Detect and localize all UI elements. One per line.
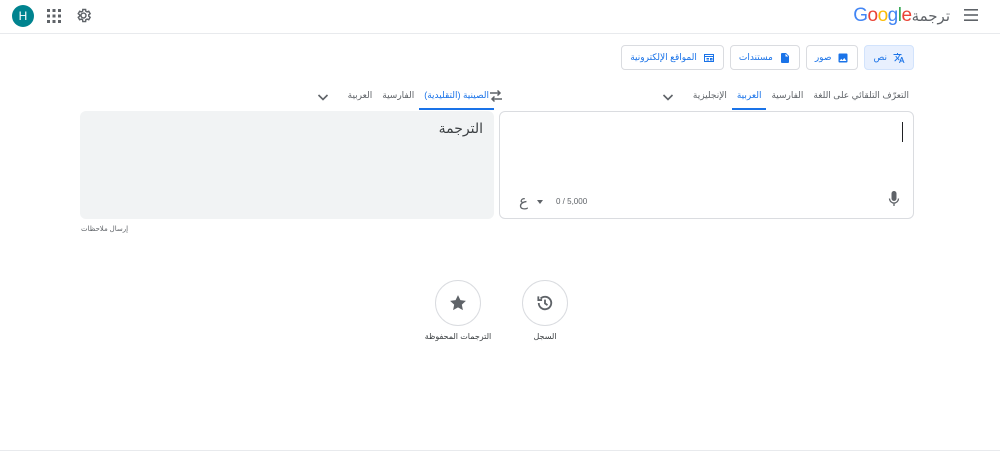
mode-text-label: نص — [873, 52, 887, 62]
source-language-bar: التعرّف التلقائي على اللغة الفارسية العر… — [660, 84, 914, 110]
product-name: ترجمة — [911, 8, 950, 25]
target-lang-arabic[interactable]: العربية — [343, 84, 378, 110]
google-wordmark: Google — [853, 5, 912, 26]
history-label: السجل — [533, 332, 557, 341]
character-counter: 0 / 5,000 — [556, 197, 588, 206]
source-lang-english[interactable]: الإنجليزية — [688, 84, 732, 110]
google-translate-logo[interactable]: Google ترجمة — [853, 5, 952, 27]
translation-panel: الترجمة — [80, 111, 494, 219]
source-lang-arabic[interactable]: العربية — [731, 84, 767, 110]
chevron-down-icon[interactable] — [315, 89, 331, 105]
mode-websites-button[interactable]: المواقع الإلكترونية — [621, 45, 724, 70]
image-icon — [838, 53, 848, 62]
history-icon — [537, 295, 553, 311]
mode-websites-label: المواقع الإلكترونية — [630, 52, 697, 62]
source-text-panel[interactable]: 0 / 5,000 ع — [499, 111, 914, 219]
saved-translations-label: الترجمات المحفوظة — [424, 332, 492, 341]
history-button[interactable] — [522, 280, 568, 326]
target-lang-chinese-traditional[interactable]: الصينية (التقليدية) — [419, 84, 494, 110]
source-lang-detect[interactable]: التعرّف التلقائي على اللغة — [808, 84, 914, 110]
input-tools-button[interactable]: ع — [519, 192, 528, 210]
mode-documents-label: مستندات — [738, 52, 773, 62]
caret-down-icon[interactable] — [537, 200, 543, 204]
document-icon — [780, 52, 789, 63]
chevron-down-icon[interactable] — [660, 89, 676, 105]
send-feedback-link[interactable]: إرسال ملاحظات — [81, 225, 128, 233]
apps-icon[interactable] — [46, 8, 62, 24]
top-bar: H Google ترجمة — [0, 0, 1000, 34]
microphone-icon[interactable] — [887, 191, 901, 207]
account-avatar[interactable]: H — [12, 5, 34, 27]
divider — [0, 450, 1000, 451]
mode-documents-button[interactable]: مستندات — [729, 45, 800, 70]
mode-selector: نص صور مستندات المواقع الإلكترونية — [621, 45, 914, 70]
target-language-bar: الصينية (التقليدية) الفارسية العربية — [315, 84, 494, 110]
mode-text-button[interactable]: نص — [864, 45, 914, 70]
website-icon — [703, 53, 714, 62]
text-cursor — [902, 122, 903, 142]
mode-images-button[interactable]: صور — [805, 45, 859, 70]
menu-icon[interactable] — [964, 9, 978, 21]
translation-placeholder: الترجمة — [438, 120, 483, 136]
star-icon — [450, 295, 466, 311]
target-lang-persian[interactable]: الفارسية — [377, 84, 419, 110]
translate-icon — [893, 52, 905, 63]
source-lang-persian[interactable]: الفارسية — [766, 84, 808, 110]
mode-images-label: صور — [814, 52, 832, 62]
saved-translations-button[interactable] — [435, 280, 481, 326]
gear-icon[interactable] — [75, 7, 92, 24]
